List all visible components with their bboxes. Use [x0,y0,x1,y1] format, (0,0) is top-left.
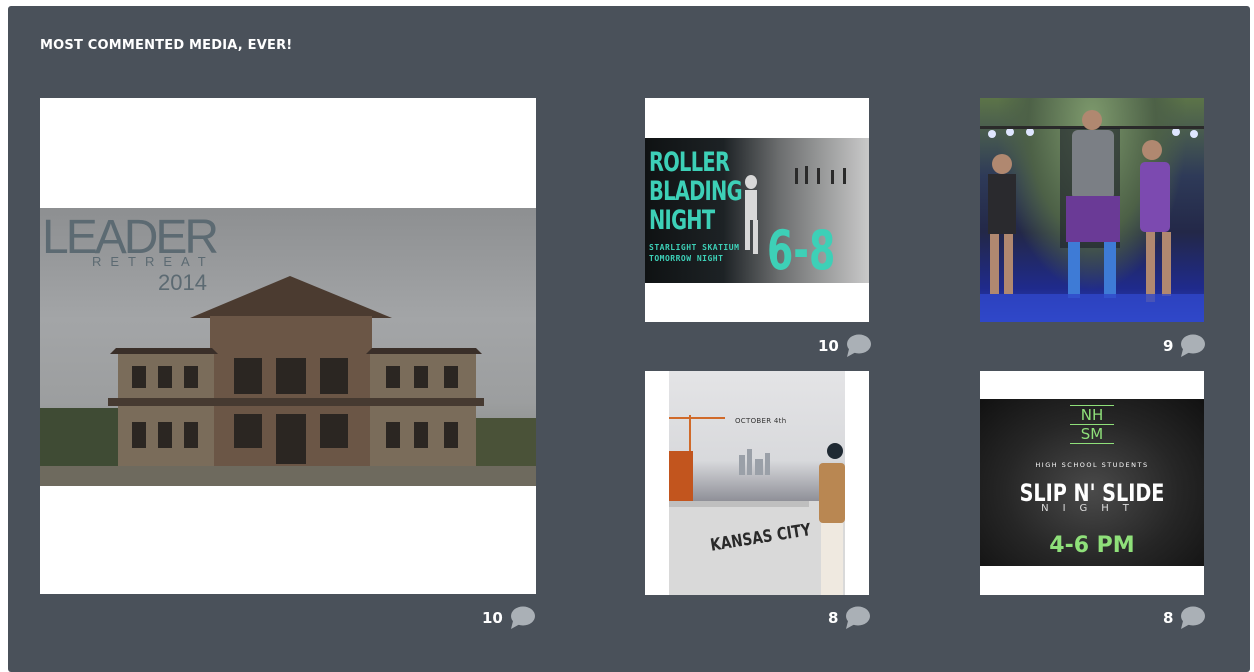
comment-count-slip-n-slide[interactable]: 8 [1163,606,1206,630]
slip-time-text: 4-6 PM [1049,533,1135,558]
roller-when: TOMORROW NIGHT [649,254,724,263]
comment-count-value: 10 [482,609,503,627]
speech-bubble-icon [1181,606,1206,629]
slip-night-text: NIGHT [1041,503,1143,514]
kansas-city-image: OCTOBER 4th KANSAS CITY [669,371,845,595]
comment-count-stage[interactable]: 9 [1163,334,1206,358]
media-tile-stage-photo[interactable] [980,98,1204,322]
roller-title-text: ROLLER BLADING NIGHT [649,147,743,236]
stage-photo-image [980,98,1204,322]
comment-count-value: 9 [1163,337,1174,355]
leader-subtitle-text: RETREAT [92,254,215,269]
comment-count-value: 8 [1163,609,1174,627]
speech-bubble-icon [510,606,535,629]
media-tile-leader-retreat[interactable]: LEADER RETREAT 2014 [40,98,536,594]
kansas-city-date-text: OCTOBER 4th [735,417,787,425]
media-tile-slip-n-slide[interactable]: NH SM HIGH SCHOOL STUDENTS SLIP N' SLIDE… [980,371,1204,595]
logo-bottom-text: SM [1070,424,1114,443]
comment-count-leader[interactable]: 10 [482,606,535,630]
roller-blading-image: ROLLER BLADING NIGHT STARLIGHT SKATIUM T… [645,138,869,283]
speech-bubble-icon [1181,334,1206,357]
comment-count-kansas-city[interactable]: 8 [828,606,871,630]
stage-scene [980,110,1204,322]
speech-bubble-icon [846,606,871,629]
comment-count-value: 10 [818,337,839,355]
slip-subtitle-text: HIGH SCHOOL STUDENTS [1035,461,1149,469]
city-rooftop-scene [669,415,845,595]
leader-retreat-image: LEADER RETREAT 2014 [40,208,536,486]
panel-title: MOST COMMENTED MEDIA, EVER! [40,38,293,53]
comment-count-value: 8 [828,609,839,627]
roller-venue: STARLIGHT SKATIUM [649,243,740,252]
roller-details-text: STARLIGHT SKATIUM TOMORROW NIGHT [649,242,739,264]
media-tile-kansas-city[interactable]: OCTOBER 4th KANSAS CITY [645,371,869,595]
logo-top-text: NH [1080,406,1104,424]
roller-line-3: NIGHT [649,205,715,236]
media-tile-roller-blading[interactable]: ROLLER BLADING NIGHT STARLIGHT SKATIUM T… [645,98,869,322]
roller-line-2: BLADING [649,176,743,207]
nhsm-logo: NH SM [1070,405,1114,444]
slip-n-slide-image: NH SM HIGH SCHOOL STUDENTS SLIP N' SLIDE… [980,399,1204,566]
roller-time-text: 6-8 [767,219,836,282]
comment-count-roller[interactable]: 10 [818,334,871,358]
leader-year-text: 2014 [158,270,207,295]
speech-bubble-icon [846,334,871,357]
roller-line-1: ROLLER [649,147,730,178]
